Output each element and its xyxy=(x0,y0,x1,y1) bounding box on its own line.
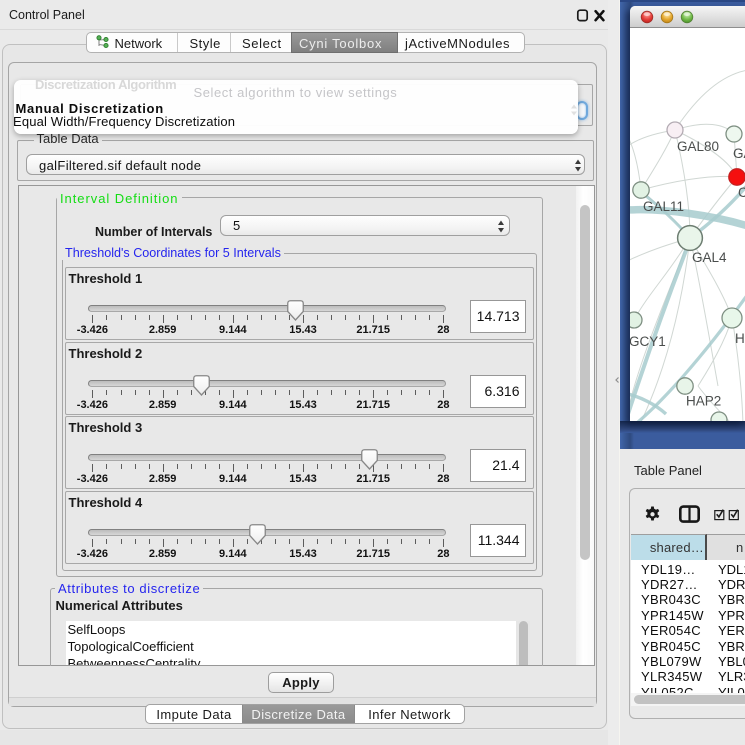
svg-text:HAP2: HAP2 xyxy=(686,394,721,409)
svg-text:GAL11: GAL11 xyxy=(643,199,684,214)
svg-text:GCY1: GCY1 xyxy=(630,334,666,349)
svg-text:GAL80: GAL80 xyxy=(677,139,719,154)
svg-text:GAL4: GAL4 xyxy=(692,250,727,265)
svg-text:H: H xyxy=(735,331,745,346)
svg-text:C: C xyxy=(738,185,745,200)
svg-text:GA: GA xyxy=(733,146,745,161)
